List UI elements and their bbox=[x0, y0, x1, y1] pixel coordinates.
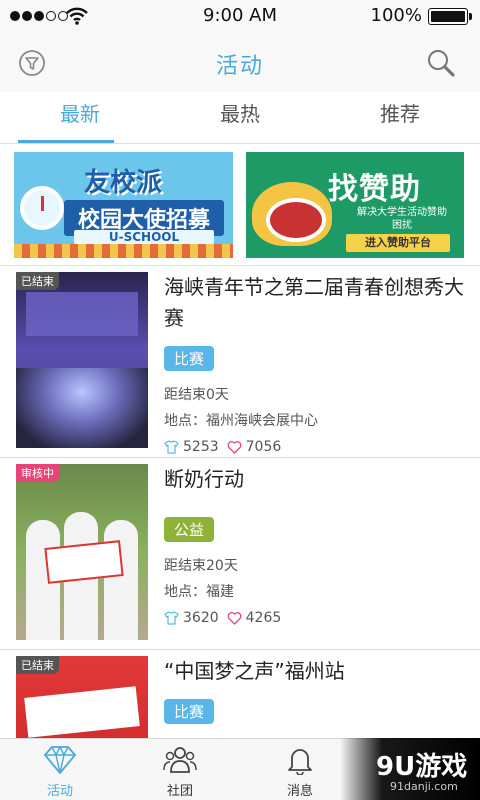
category-tag: 公益 bbox=[164, 517, 215, 542]
battery-tip bbox=[469, 13, 472, 20]
tab-hottest[interactable]: 最热 bbox=[160, 92, 320, 143]
list-item[interactable]: 审核中 断奶行动 公益 距结束20天 地点：福建 3620 4265 bbox=[0, 458, 480, 650]
banner-subtitle: U-SCHOOL bbox=[74, 230, 214, 244]
view-count: 3620 bbox=[183, 610, 219, 626]
page-title: 活动 bbox=[215, 54, 264, 79]
bottom-tab-clubs[interactable]: 社团 bbox=[120, 739, 240, 800]
status-badge: 审核中 bbox=[16, 464, 59, 482]
battery-icon bbox=[428, 8, 468, 25]
bottom-tab-label: 社团 bbox=[166, 784, 193, 799]
heart-icon bbox=[227, 441, 242, 454]
activity-location: 地点：福州海峡会展中心 bbox=[164, 413, 318, 429]
bottom-tab-activities[interactable]: 活动 bbox=[0, 739, 120, 800]
battery-percentage: 100% bbox=[370, 5, 422, 26]
status-badge: 已结束 bbox=[16, 272, 59, 290]
banner-brand: 友校派 bbox=[84, 168, 163, 198]
banner-stripe bbox=[14, 244, 233, 258]
search-icon[interactable] bbox=[426, 48, 456, 78]
activity-tabs: 最新 最热 推荐 bbox=[0, 92, 480, 144]
watermark-url: 91danji.com bbox=[390, 780, 458, 793]
list-item[interactable]: 已结束 海峡青年节之第二届青春创想秀大赛 比赛 距结束0天 地点：福州海峡会展中… bbox=[0, 266, 480, 458]
activity-title: 断奶行动 bbox=[164, 467, 244, 491]
category-tag: 比赛 bbox=[164, 346, 215, 371]
nav-bar: 活动 bbox=[0, 32, 480, 92]
heart-icon bbox=[227, 612, 242, 625]
like-count: 7056 bbox=[245, 439, 282, 455]
activity-thumbnail: 已结束 bbox=[16, 272, 148, 448]
activity-title: “中国梦之声”福州站 bbox=[164, 659, 345, 683]
list-item[interactable]: 已结束 “中国梦之声”福州站 比赛 bbox=[0, 650, 480, 800]
activity-countdown: 距结束20天 bbox=[164, 558, 238, 574]
category-tag: 比赛 bbox=[164, 699, 215, 724]
tab-recommended[interactable]: 推荐 bbox=[320, 92, 480, 143]
watermark-logo: 9U游戏 bbox=[376, 752, 468, 782]
mascot-icon bbox=[252, 182, 332, 246]
watermark: 9U游戏 91danji.com bbox=[340, 738, 480, 800]
activity-location: 地点：福建 bbox=[164, 584, 234, 600]
bottom-tab-label: 活动 bbox=[46, 784, 73, 799]
activity-title: 海峡青年节之第二届青春创想秀大赛 bbox=[164, 275, 464, 330]
shirt-icon bbox=[164, 611, 179, 625]
activity-list: 已结束 海峡青年节之第二届青春创想秀大赛 比赛 距结束0天 地点：福州海峡会展中… bbox=[0, 266, 480, 800]
activity-thumbnail: 审核中 bbox=[16, 464, 148, 640]
activity-countdown: 距结束0天 bbox=[164, 387, 229, 403]
status-bar: 9:00 AM 100% bbox=[0, 0, 480, 32]
status-badge: 已结束 bbox=[16, 656, 59, 674]
bell-icon bbox=[288, 749, 312, 776]
banner-sponsorship[interactable]: 找赞助 解决大学生活动赞助困扰 进入赞助平台 bbox=[246, 152, 464, 258]
view-count: 5253 bbox=[183, 439, 219, 455]
diamond-icon bbox=[44, 746, 76, 774]
tab-latest[interactable]: 最新 bbox=[0, 92, 160, 143]
banner-row: 友校派 校园大使招募 U-SCHOOL 找赞助 解决大学生活动赞助困扰 进入赞助… bbox=[0, 144, 480, 266]
banner-title: 找赞助 bbox=[328, 172, 421, 207]
enter-sponsor-platform-button[interactable]: 进入赞助平台 bbox=[346, 234, 450, 252]
banner-uschool[interactable]: 友校派 校园大使招募 U-SCHOOL bbox=[14, 152, 233, 258]
clock-icon bbox=[20, 186, 64, 230]
like-count: 4265 bbox=[245, 610, 282, 626]
banner-subtitle: 解决大学生活动赞助困扰 bbox=[357, 207, 447, 231]
group-icon bbox=[163, 747, 197, 773]
shirt-icon bbox=[164, 440, 179, 454]
